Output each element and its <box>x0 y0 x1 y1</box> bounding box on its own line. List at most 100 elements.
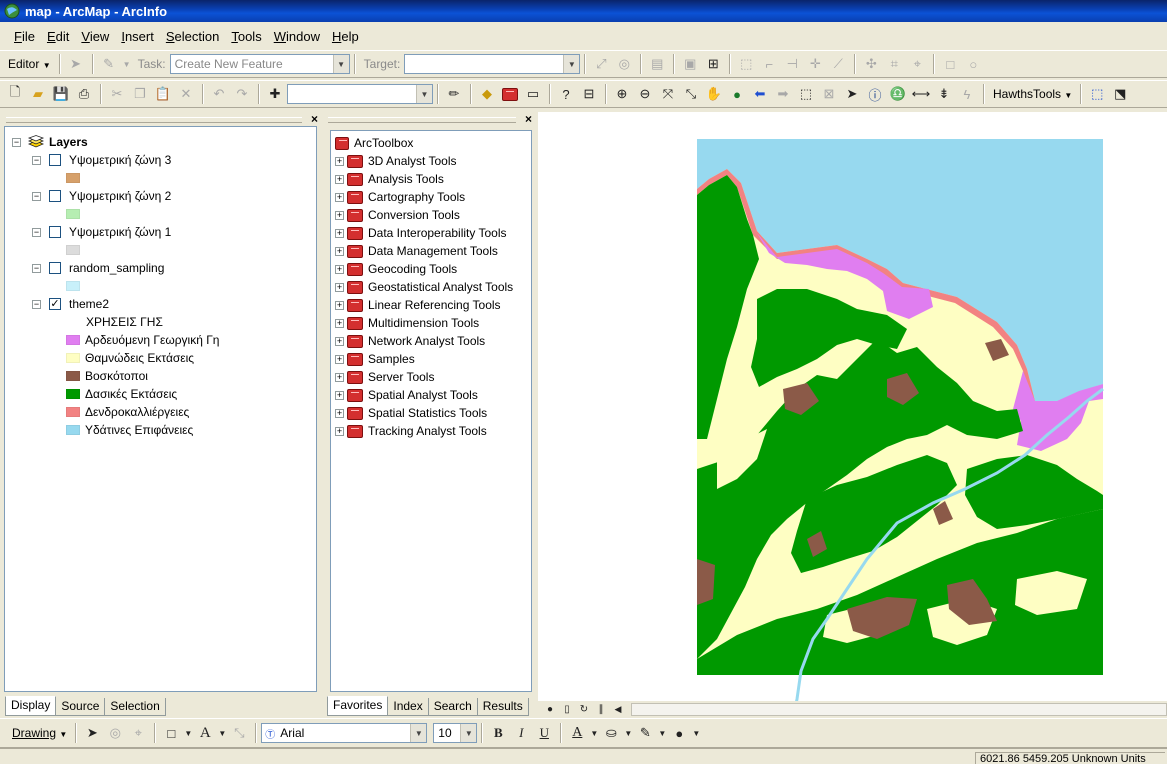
editor-toolbar-icon[interactable]: ✏ <box>443 83 465 105</box>
topology-edit-icon[interactable]: ⌐ <box>758 53 780 75</box>
drawing-menu-button[interactable]: Drawing ▼ <box>4 726 71 740</box>
target-dropdown[interactable]: ▼ <box>404 54 581 74</box>
scroll-left-icon[interactable]: ◀ <box>610 702 626 716</box>
edit-vertices-icon[interactable]: ⤡ <box>228 722 250 744</box>
font-size-dropdown[interactable]: 10 ▼ <box>433 723 478 743</box>
close-icon[interactable]: × <box>311 112 318 126</box>
expand-icon[interactable]: + <box>335 354 344 364</box>
clear-selection-icon[interactable]: ⊠ <box>818 83 840 105</box>
pause-drawing-icon[interactable]: ∥ <box>593 702 609 716</box>
layer-symbol-row[interactable] <box>66 205 80 223</box>
full-extent-globe-icon[interactable]: ● <box>726 83 748 105</box>
rotate-icon[interactable]: ◎ <box>104 722 126 744</box>
menu-window[interactable]: Window <box>268 27 326 46</box>
sketch-dropdown-icon[interactable]: ▼ <box>121 53 133 75</box>
horizontal-scrollbar[interactable] <box>631 702 1167 716</box>
expand-icon[interactable]: + <box>335 210 344 220</box>
hyperlink-lightning-icon[interactable]: ϟ <box>956 83 978 105</box>
paste-icon[interactable]: 📋 <box>152 83 174 105</box>
select-by-graphic-icon[interactable]: ⬔ <box>1109 83 1131 105</box>
expand-icon[interactable]: + <box>335 192 344 202</box>
legend-class-row[interactable]: Θαμνώδεις Εκτάσεις <box>66 349 194 367</box>
error-inspector-icon[interactable]: ⌖ <box>906 53 928 75</box>
arccatalog-icon[interactable]: ◆ <box>476 83 498 105</box>
expand-icon[interactable]: + <box>335 336 344 346</box>
open-folder-icon[interactable]: ▰ <box>27 83 49 105</box>
expand-icon[interactable]: + <box>335 156 344 166</box>
chevron-down-icon[interactable]: ▼ <box>217 722 227 744</box>
map-view[interactable] <box>538 112 1167 730</box>
tab-source[interactable]: Source <box>55 698 106 716</box>
fix-error-icon[interactable]: ⌗ <box>883 53 905 75</box>
reshape-edge-icon[interactable]: ⟋ <box>827 53 849 75</box>
layer-row[interactable]: − random_sampling <box>32 259 164 277</box>
tab-selection[interactable]: Selection <box>104 698 166 716</box>
chevron-down-icon[interactable]: ▼ <box>589 722 599 744</box>
select-features-icon[interactable]: ⬚ <box>795 83 817 105</box>
close-icon[interactable]: × <box>525 112 532 126</box>
legend-class-row[interactable]: Αρδευόμενη Γεωργική Γη <box>66 331 219 349</box>
expand-icon[interactable]: + <box>335 228 344 238</box>
zoom-to-selected-icon[interactable]: ⌖ <box>127 722 149 744</box>
collapse-icon[interactable]: − <box>32 263 41 273</box>
redo-icon[interactable]: ↷ <box>231 83 253 105</box>
font-color-icon[interactable]: A <box>566 722 588 744</box>
layer-visibility-checkbox[interactable] <box>49 190 61 202</box>
line-color-pen-icon[interactable]: ✎ <box>634 722 656 744</box>
go-to-xy-icon[interactable]: ⇟ <box>933 83 955 105</box>
collapse-icon[interactable]: − <box>32 155 41 165</box>
collapse-icon[interactable]: − <box>12 137 21 147</box>
select-elements-arrow-icon[interactable]: ➤ <box>81 722 103 744</box>
toolbox-item[interactable]: + Spatial Analyst Tools <box>335 386 478 404</box>
collapse-icon[interactable]: − <box>32 299 41 309</box>
menu-file[interactable]: File <box>8 27 41 46</box>
toolbox-item[interactable]: + Analysis Tools <box>335 170 444 188</box>
map-scale-dropdown[interactable]: ▼ <box>287 84 433 104</box>
undo-icon[interactable]: ↶ <box>208 83 230 105</box>
chevron-down-icon[interactable]: ▼ <box>623 722 633 744</box>
refresh-icon[interactable]: ↻ <box>576 702 592 716</box>
toolbox-item[interactable]: + Multidimension Tools <box>335 314 479 332</box>
toolbox-item[interactable]: + Samples <box>335 350 415 368</box>
toolbox-item[interactable]: + Tracking Analyst Tools <box>335 422 487 440</box>
expand-icon[interactable]: + <box>335 426 344 436</box>
data-view-globe-icon[interactable]: ● <box>542 702 558 716</box>
task-dropdown[interactable]: Create New Feature ▼ <box>169 54 350 74</box>
expand-icon[interactable]: + <box>335 174 344 184</box>
shared-edge-icon[interactable]: ⊣ <box>781 53 803 75</box>
toolbox-item[interactable]: + Geocoding Tools <box>335 260 457 278</box>
split-tool-icon[interactable]: ⤢ <box>590 53 612 75</box>
layer-row[interactable]: − Υψομετρική ζώνη 2 <box>32 187 171 205</box>
expand-icon[interactable]: + <box>335 300 344 310</box>
arctoolbox-icon[interactable] <box>499 83 521 105</box>
save-icon[interactable]: 💾 <box>50 83 72 105</box>
menu-help[interactable]: Help <box>326 27 365 46</box>
tab-favorites[interactable]: Favorites <box>327 696 389 716</box>
legend-class-row[interactable]: Βοσκότοποι <box>66 367 148 385</box>
tab-display[interactable]: Display <box>5 696 57 716</box>
collapse-icon[interactable]: − <box>32 191 41 201</box>
edit-tool-icon[interactable]: ➤ <box>65 53 87 75</box>
toolbox-item[interactable]: + Linear Referencing Tools <box>335 296 501 314</box>
command-line-icon[interactable]: ▭ <box>522 83 544 105</box>
underline-button[interactable]: U <box>533 722 555 744</box>
new-rectangle-icon[interactable]: □ <box>160 722 182 744</box>
toolbox-item[interactable]: + Spatial Statistics Tools <box>335 404 487 422</box>
layer-symbol-row[interactable] <box>66 277 80 295</box>
whats-this-icon[interactable]: ? <box>555 83 577 105</box>
toc-panel-grip[interactable] <box>6 117 302 123</box>
copy-icon[interactable]: ❐ <box>129 83 151 105</box>
arctoolbox-root-row[interactable]: ArcToolbox <box>335 134 413 152</box>
layer-symbol-row[interactable] <box>66 169 80 187</box>
arctoolbox-panel-grip[interactable] <box>328 117 516 123</box>
measure-icon[interactable]: ⟷ <box>910 83 932 105</box>
chevron-down-icon[interactable]: ▼ <box>691 722 701 744</box>
toolbox-item[interactable]: + Geostatistical Analyst Tools <box>335 278 513 296</box>
sketch-tool-icon[interactable]: ✎ <box>98 53 120 75</box>
validate-icon[interactable]: ✣ <box>860 53 882 75</box>
expand-icon[interactable]: + <box>335 264 344 274</box>
toolbox-item[interactable]: + Data Management Tools <box>335 242 498 260</box>
fixed-zoom-in-icon[interactable]: ⤧ <box>657 83 679 105</box>
forward-arrow-icon[interactable]: ➡ <box>772 83 794 105</box>
editor-menu-button[interactable]: Editor ▼ <box>4 57 55 71</box>
